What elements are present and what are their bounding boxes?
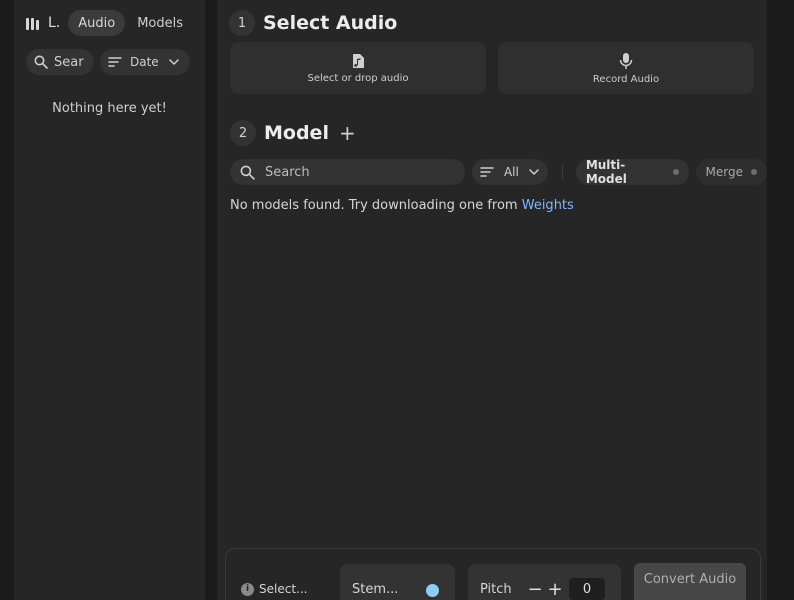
record-audio-label: Record Audio xyxy=(592,73,660,85)
sort-icon xyxy=(108,57,122,67)
library-search-placeholder: Sear xyxy=(54,54,84,70)
library-empty-message: Nothing here yet! xyxy=(52,101,167,116)
step-badge: 2 xyxy=(230,120,256,146)
toggle-knob xyxy=(426,584,439,597)
select-audio-label: Select or drop audio xyxy=(307,72,409,84)
model-header: 2 Model + xyxy=(230,120,356,146)
tab-models[interactable]: Models xyxy=(127,10,193,36)
stem-label: Stem... xyxy=(352,582,399,597)
audio-source-row: Select or drop audio Record Audio xyxy=(230,42,754,94)
weights-link[interactable]: Weights xyxy=(522,198,574,213)
pitch-label: Pitch xyxy=(480,582,512,597)
sort-label: Date xyxy=(130,55,159,69)
multi-model-label: Multi-Model xyxy=(585,158,627,186)
library-panel: L. Audio Models Sear Date Nothing here y… xyxy=(14,0,205,600)
model-filter-label: All xyxy=(503,165,519,179)
merge-toggle[interactable]: Merge xyxy=(695,159,767,185)
toolbar-divider xyxy=(561,164,563,180)
no-models-text: No models found. Try downloading one fro… xyxy=(230,198,522,213)
multi-model-toggle[interactable]: Multi-Model xyxy=(575,158,689,186)
convert-audio-button[interactable]: Convert Audio xyxy=(634,563,746,600)
model-search-input[interactable]: Search xyxy=(230,159,465,185)
info-icon: i xyxy=(241,582,254,596)
library-search-input[interactable]: Sear xyxy=(26,49,94,75)
library-toolbar: Sear Date xyxy=(26,49,190,75)
search-icon xyxy=(240,165,255,180)
music-file-icon xyxy=(353,53,364,68)
select-audio-dropzone[interactable]: Select or drop audio xyxy=(230,42,486,94)
pitch-decrement-button[interactable]: − xyxy=(525,579,545,600)
no-models-message: No models found. Try downloading one fro… xyxy=(230,198,574,213)
filter-lines-icon xyxy=(480,167,494,177)
pitch-value-field[interactable]: 0 xyxy=(569,578,605,600)
record-audio-button[interactable]: Record Audio xyxy=(498,42,754,94)
sort-dropdown[interactable]: Date xyxy=(100,49,190,75)
tab-audio[interactable]: Audio xyxy=(68,10,126,36)
app-window: L. Audio Models Sear Date Nothing here y… xyxy=(0,0,794,600)
library-icon xyxy=(26,16,42,30)
stem-toggle[interactable]: Stem... xyxy=(340,564,455,600)
section-title: Select Audio xyxy=(263,12,398,34)
conversion-bar: i Select... Stem... Pitch − + 0 Convert … xyxy=(225,548,761,600)
main-panel: 1 Select Audio Select or drop audio Reco… xyxy=(217,0,767,600)
model-toolbar: Search All Multi-Model Merge xyxy=(230,158,767,186)
pitch-stepper: − + 0 xyxy=(525,577,615,600)
merge-label: Merge xyxy=(705,165,743,179)
microphone-icon xyxy=(619,52,633,69)
pitch-control: Pitch − + 0 xyxy=(468,564,621,600)
toggle-indicator xyxy=(672,169,679,175)
model-search-placeholder: Search xyxy=(265,164,310,180)
pitch-increment-button[interactable]: + xyxy=(545,579,565,600)
library-label: L. xyxy=(48,15,61,31)
section-title: Model xyxy=(264,122,329,144)
search-icon xyxy=(34,55,48,69)
model-filter-dropdown[interactable]: All xyxy=(471,159,548,185)
select-audio-header: 1 Select Audio xyxy=(229,10,397,36)
selection-info-label: Select... xyxy=(259,582,308,596)
step-badge: 1 xyxy=(229,10,255,36)
chevron-down-icon xyxy=(168,58,179,65)
library-header: L. Audio Models xyxy=(26,10,195,36)
selection-info: i Select... xyxy=(241,582,307,596)
chevron-down-icon xyxy=(529,168,539,175)
add-model-button[interactable]: + xyxy=(339,123,356,143)
toggle-indicator xyxy=(751,169,757,175)
